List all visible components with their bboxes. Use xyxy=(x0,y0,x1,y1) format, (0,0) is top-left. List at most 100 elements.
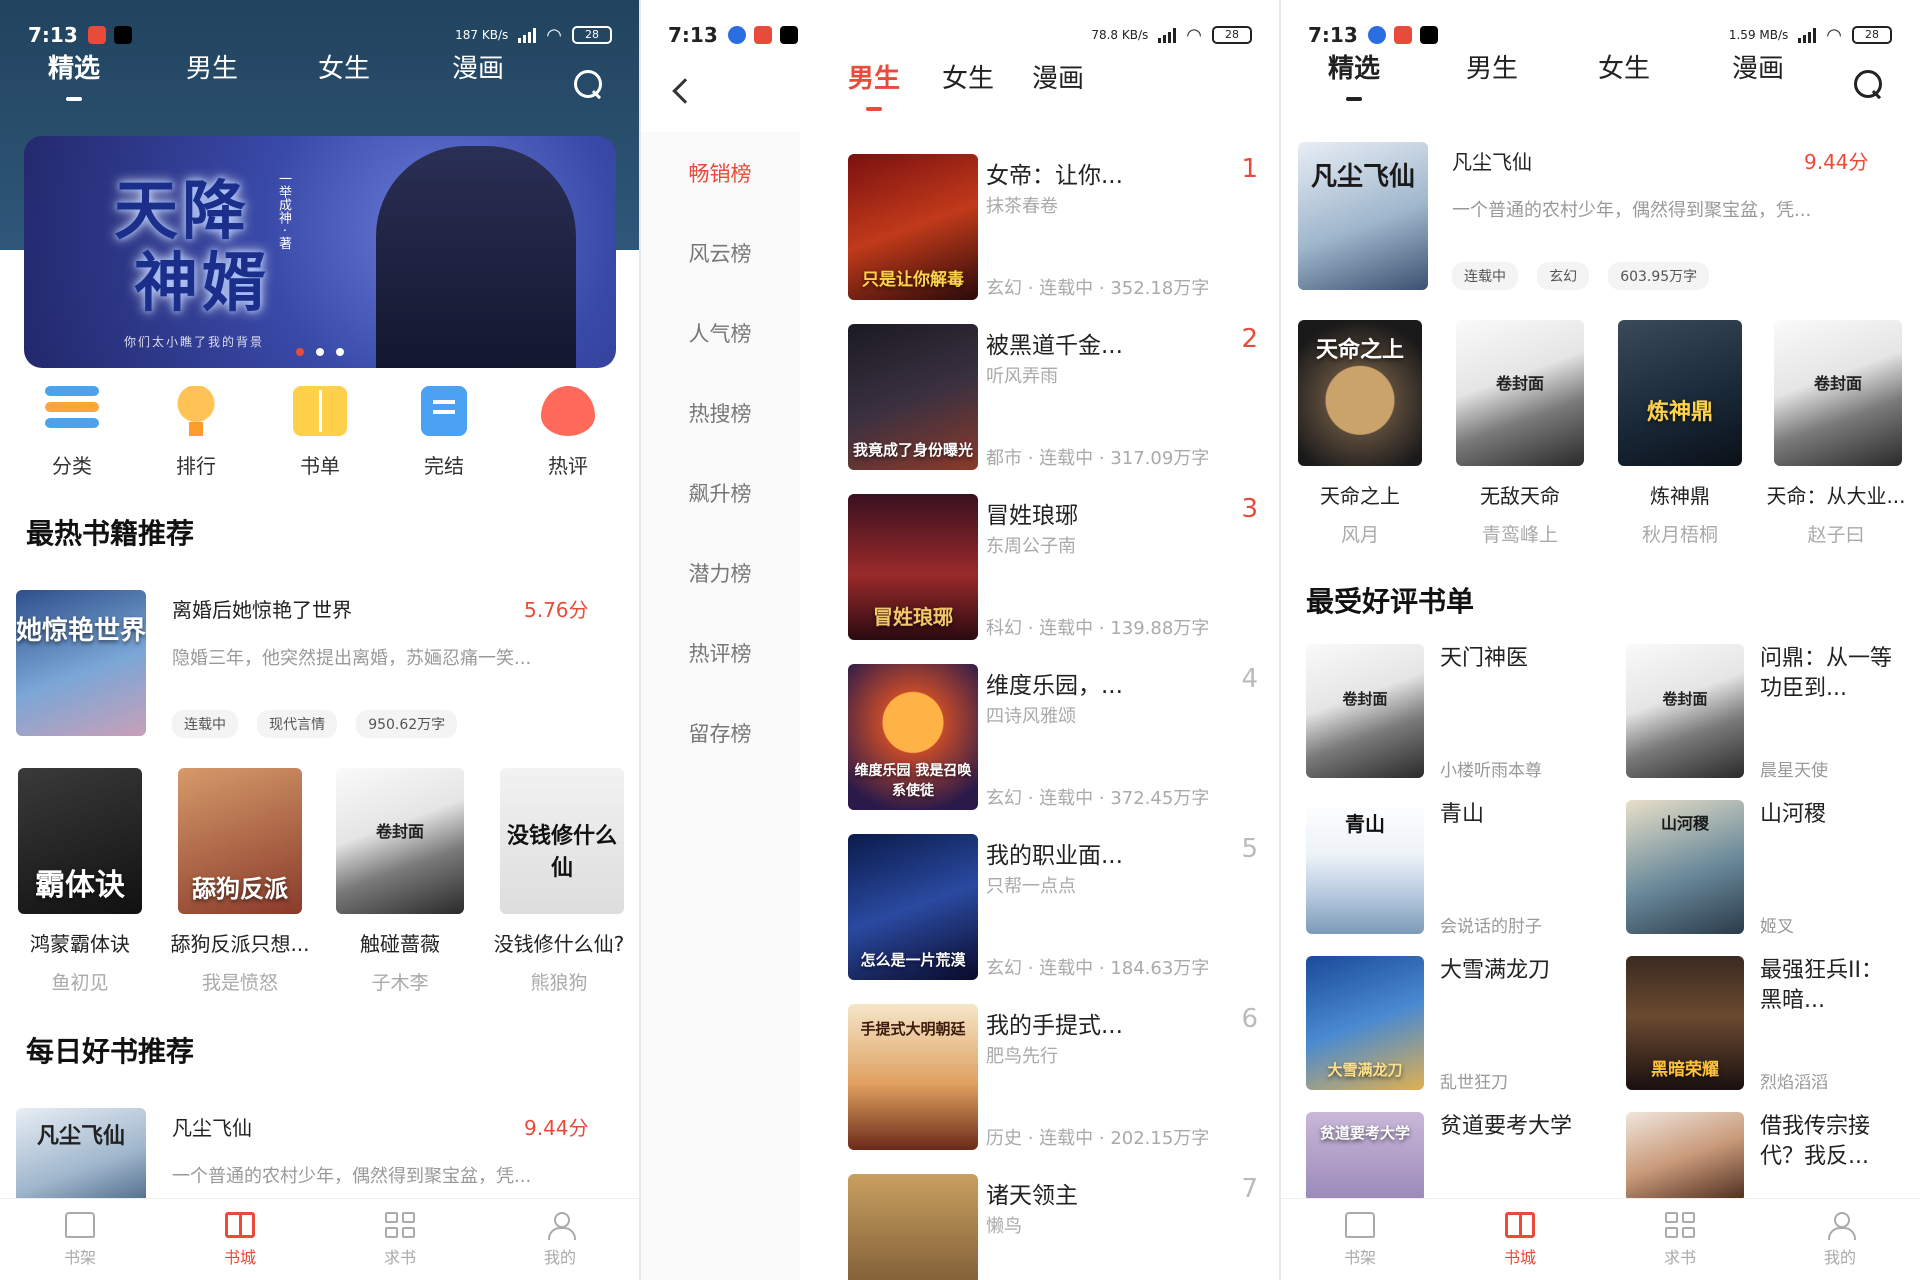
nav-label: 书城 xyxy=(1503,1247,1536,1267)
rank-row[interactable]: 手提式大明朝廷 我的手提式... 6 肥鸟先行 历史 · 连载中 · 202.1… xyxy=(848,1004,1258,1150)
nav-label: 书城 xyxy=(223,1247,256,1267)
book-title: 山河稷 xyxy=(1760,802,1827,827)
nav-bookstore[interactable]: 书城 xyxy=(160,1199,320,1280)
section-title-hot: 最热书籍推荐 xyxy=(26,517,195,550)
sidebar-item-potential[interactable]: 潜力榜 xyxy=(640,558,800,588)
nav-profile[interactable]: 我的 xyxy=(480,1199,640,1280)
book-cover: 天命之上 xyxy=(1298,320,1422,466)
rank-row[interactable]: 怎么是一片荒漠 我的职业面... 5 只帮一点点 玄幻 · 连载中 · 184.… xyxy=(848,834,1258,980)
book-author: 乱世狂刀 xyxy=(1440,1073,1508,1093)
nav-bookshelf[interactable]: 书架 xyxy=(0,1199,160,1280)
book-cover: 她惊艳世界 xyxy=(16,590,146,736)
quick-ranking[interactable]: 排行 xyxy=(146,386,246,479)
tab-comics[interactable]: 漫画 xyxy=(1032,58,1084,95)
rank-sidebar: 畅销榜 风云榜 人气榜 热搜榜 飙升榜 潜力榜 热评榜 留存榜 xyxy=(640,132,800,1280)
tab-female[interactable]: 女生 xyxy=(942,58,994,95)
tab-comics[interactable]: 漫画 xyxy=(452,48,504,85)
rank-row[interactable]: 我竟成了身份曝光 被黑道千金... 2 听风弄雨 都市 · 连载中 · 317.… xyxy=(848,324,1258,470)
book-description: 隐婚三年，他突然提出离婚，苏婳忍痛一笑... xyxy=(172,648,532,669)
rank-row[interactable]: 只是让你解毒 女帝：让你... 1 抹茶春卷 玄幻 · 连载中 · 352.18… xyxy=(848,154,1258,300)
sidebar-item-hot-search[interactable]: 热搜榜 xyxy=(640,398,800,428)
book-title: 我的手提式... xyxy=(986,1013,1123,1039)
book-title: 借我传宗接代？我反... xyxy=(1760,1114,1871,1169)
status-time: 7:13 xyxy=(1308,23,1358,47)
book-title: 青山 xyxy=(1440,802,1485,827)
sidebar-item-rising[interactable]: 飙升榜 xyxy=(640,478,800,508)
tab-female[interactable]: 女生 xyxy=(318,48,370,85)
nav-label: 求书 xyxy=(383,1247,416,1267)
nav-request[interactable]: 求书 xyxy=(320,1199,480,1280)
book-title: 舔狗反派只想... xyxy=(170,932,310,956)
hot-comment-icon xyxy=(541,386,595,436)
book-author: 熊狼狗 xyxy=(530,972,588,994)
book-title: 我的职业面... xyxy=(986,843,1123,869)
sidebar-item-bestseller[interactable]: 畅销榜 xyxy=(640,158,800,188)
rank-row[interactable]: 维度乐园 我是召唤系使徒 维度乐园，... 4 四诗风雅颂 玄幻 · 连载中 ·… xyxy=(848,664,1258,810)
tab-featured[interactable]: 精选 xyxy=(48,48,100,101)
notification-icon xyxy=(1367,26,1386,44)
book-author: 会说话的肘子 xyxy=(1440,917,1542,937)
quick-finished[interactable]: 完结 xyxy=(394,386,494,479)
sidebar-item-hot-review[interactable]: 热评榜 xyxy=(640,638,800,668)
sidebar-item-popular[interactable]: 人气榜 xyxy=(640,318,800,348)
rank-row[interactable]: 冒姓琅琊 冒姓琅琊 3 东周公子南 科幻 · 连载中 · 139.88万字 xyxy=(848,494,1258,640)
book-score: 9.44分 xyxy=(1804,150,1869,174)
signal-icon xyxy=(1798,27,1817,43)
request-book-icon xyxy=(385,1211,415,1238)
notification-icon xyxy=(87,26,106,44)
book-author: 小楼听雨本尊 xyxy=(1440,761,1542,781)
book-cover: 卷封面 xyxy=(1774,320,1902,466)
trophy-icon xyxy=(169,386,223,436)
quick-label: 分类 xyxy=(52,454,92,478)
rank-row[interactable]: 诸天领主 7 懒鸟 xyxy=(848,1174,1258,1280)
book-title: 被黑道千金... xyxy=(986,333,1123,359)
book-cover: 卷封面 xyxy=(1456,320,1584,466)
banner-character xyxy=(376,146,576,368)
promo-banner[interactable]: 天降 神婿 一举成神 · 著 你们太小瞧了我的背景 xyxy=(24,136,616,368)
nav-request[interactable]: 求书 xyxy=(1600,1199,1760,1280)
book-author: 秋月梧桐 xyxy=(1641,524,1718,546)
book-title: 大雪满龙刀 xyxy=(1440,958,1551,983)
wifi-icon: ◠ xyxy=(546,24,562,46)
profile-icon xyxy=(1825,1211,1856,1240)
book-title: 维度乐园，... xyxy=(986,673,1123,699)
quick-category[interactable]: 分类 xyxy=(22,386,122,479)
battery-icon: 28 xyxy=(572,26,612,44)
back-arrow-icon[interactable] xyxy=(672,78,698,104)
bookshelf-icon xyxy=(1345,1211,1375,1238)
book-author: 东周公子南 xyxy=(986,536,1076,557)
wifi-icon: ◠ xyxy=(1826,24,1842,46)
book-title: 天门神医 xyxy=(1440,646,1529,671)
search-icon[interactable] xyxy=(574,70,604,100)
nav-profile[interactable]: 我的 xyxy=(1760,1199,1920,1280)
book-author: 风月 xyxy=(1340,524,1379,546)
book-title: 鸿蒙霸体诀 xyxy=(30,932,130,956)
tab-featured[interactable]: 精选 xyxy=(1328,48,1380,101)
wifi-icon: ◠ xyxy=(1186,24,1202,46)
quick-label: 排行 xyxy=(176,454,216,478)
tab-comics[interactable]: 漫画 xyxy=(1732,48,1784,85)
nav-bookshelf[interactable]: 书架 xyxy=(1280,1199,1440,1280)
book-cover: 凡尘飞仙 xyxy=(1298,142,1428,290)
book-tags: 连载中 玄幻 603.95万字 xyxy=(1452,262,1723,290)
sidebar-item-trending[interactable]: 风云榜 xyxy=(640,238,800,268)
section-title-daily: 每日好书推荐 xyxy=(26,1035,195,1068)
search-icon[interactable] xyxy=(1854,70,1884,100)
book-title: 触碰蔷薇 xyxy=(360,932,440,956)
quick-hot-comments[interactable]: 热评 xyxy=(518,386,618,479)
nav-bookstore[interactable]: 书城 xyxy=(1440,1199,1600,1280)
tab-male[interactable]: 男生 xyxy=(186,48,238,85)
sidebar-item-retention[interactable]: 留存榜 xyxy=(640,718,800,748)
network-speed: 78.8 KB/s xyxy=(1091,28,1149,42)
book-author: 青鸾峰上 xyxy=(1481,524,1558,546)
tab-female[interactable]: 女生 xyxy=(1598,48,1650,85)
book-title: 凡尘飞仙 xyxy=(1452,150,1532,174)
tab-male[interactable]: 男生 xyxy=(848,58,900,111)
tab-male[interactable]: 男生 xyxy=(1466,48,1518,85)
banner-pager[interactable] xyxy=(296,348,344,356)
tag-status: 连载中 xyxy=(172,710,238,738)
booklist-icon xyxy=(293,386,347,436)
book-cover: 凡尘飞仙 xyxy=(16,1108,146,1204)
quick-booklist[interactable]: 书单 xyxy=(270,386,370,479)
book-cover: 炼神鼎 xyxy=(1618,320,1742,466)
